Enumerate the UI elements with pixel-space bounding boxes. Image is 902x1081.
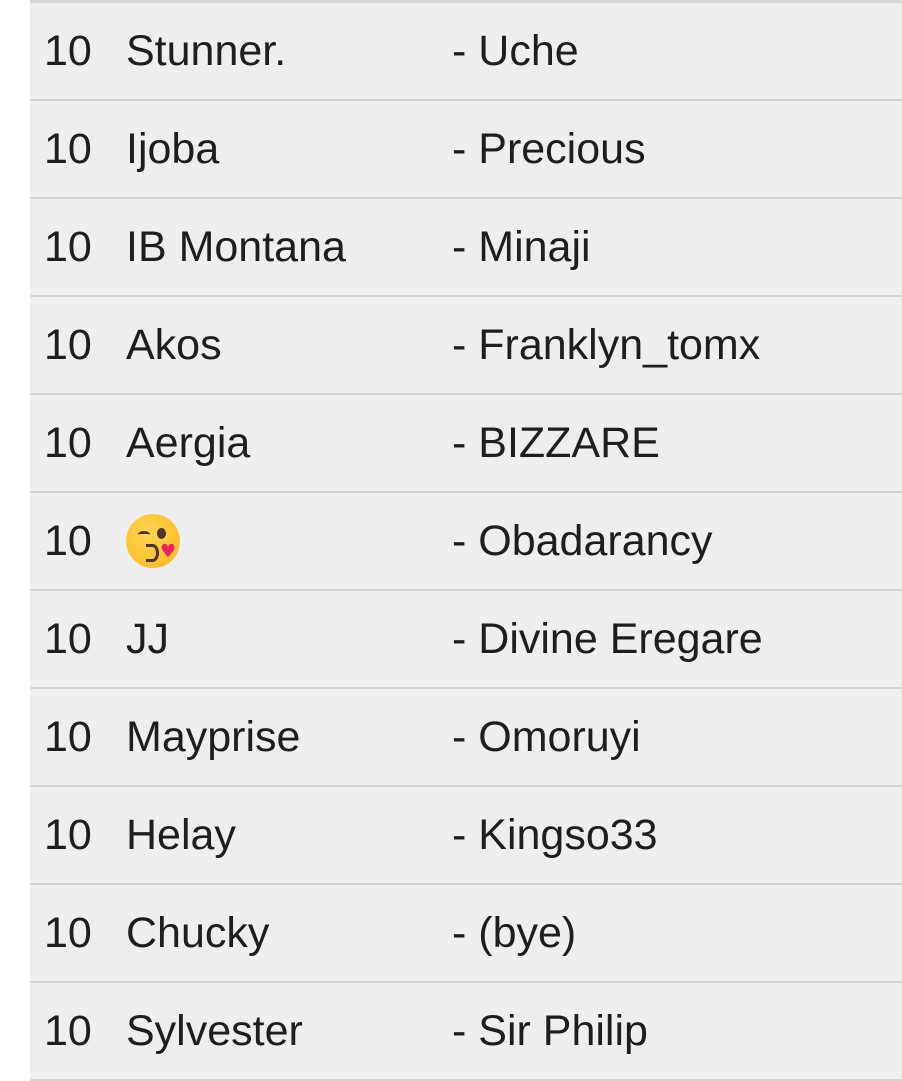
partner-name: - Sir Philip <box>452 1006 648 1055</box>
list-item: 10 ♥ - Obadarancy <box>30 493 902 591</box>
partner-name: - Omoruyi <box>452 712 641 761</box>
partner-name: - BIZZARE <box>452 418 660 467</box>
scores-list: 10 Stunner. - Uche 10 Ijoba - Precious 1… <box>30 0 902 1081</box>
list-item: 10 Stunner. - Uche <box>30 3 902 101</box>
face-blowing-kiss-emoji-icon: ♥ <box>126 514 180 568</box>
player-name: Aergia <box>126 418 251 467</box>
partner-name: - Obadarancy <box>452 516 713 565</box>
score: 10 <box>44 516 92 565</box>
partner-name: - Kingso33 <box>452 810 658 859</box>
player-name: Ijoba <box>126 124 220 173</box>
score: 10 <box>44 810 92 859</box>
list-item: 10 Chucky - (bye) <box>30 885 902 983</box>
player-name: IB Montana <box>126 222 346 271</box>
list-item: 10 Mayprise - Omoruyi <box>30 689 902 787</box>
list-item: 10 Sylvester - Sir Philip <box>30 983 902 1081</box>
player-name: Stunner. <box>126 26 287 75</box>
score: 10 <box>44 222 92 271</box>
score: 10 <box>44 320 92 369</box>
partner-name: - (bye) <box>452 908 577 957</box>
player-name: ♥ <box>126 514 180 568</box>
player-name: Chucky <box>126 908 270 957</box>
player-name: JJ <box>126 614 169 663</box>
player-name: Akos <box>126 320 222 369</box>
score: 10 <box>44 712 92 761</box>
score: 10 <box>44 908 92 957</box>
score: 10 <box>44 418 92 467</box>
score: 10 <box>44 26 92 75</box>
player-name: Mayprise <box>126 712 301 761</box>
partner-name: - Franklyn_tomx <box>452 320 761 369</box>
list-item: 10 Akos - Franklyn_tomx <box>30 297 902 395</box>
partner-name: - Minaji <box>452 222 591 271</box>
list-item: 10 Helay - Kingso33 <box>30 787 902 885</box>
list-item: 10 IB Montana - Minaji <box>30 199 902 297</box>
score: 10 <box>44 1006 92 1055</box>
score: 10 <box>44 614 92 663</box>
list-item: 10 JJ - Divine Eregare <box>30 591 902 689</box>
list-item: 10 Aergia - BIZZARE <box>30 395 902 493</box>
partner-name: - Divine Eregare <box>452 614 763 663</box>
partner-name: - Uche <box>452 26 579 75</box>
player-name: Helay <box>126 810 236 859</box>
player-name: Sylvester <box>126 1006 303 1055</box>
list-item: 10 Ijoba - Precious <box>30 101 902 199</box>
partner-name: - Precious <box>452 124 646 173</box>
score: 10 <box>44 124 92 173</box>
